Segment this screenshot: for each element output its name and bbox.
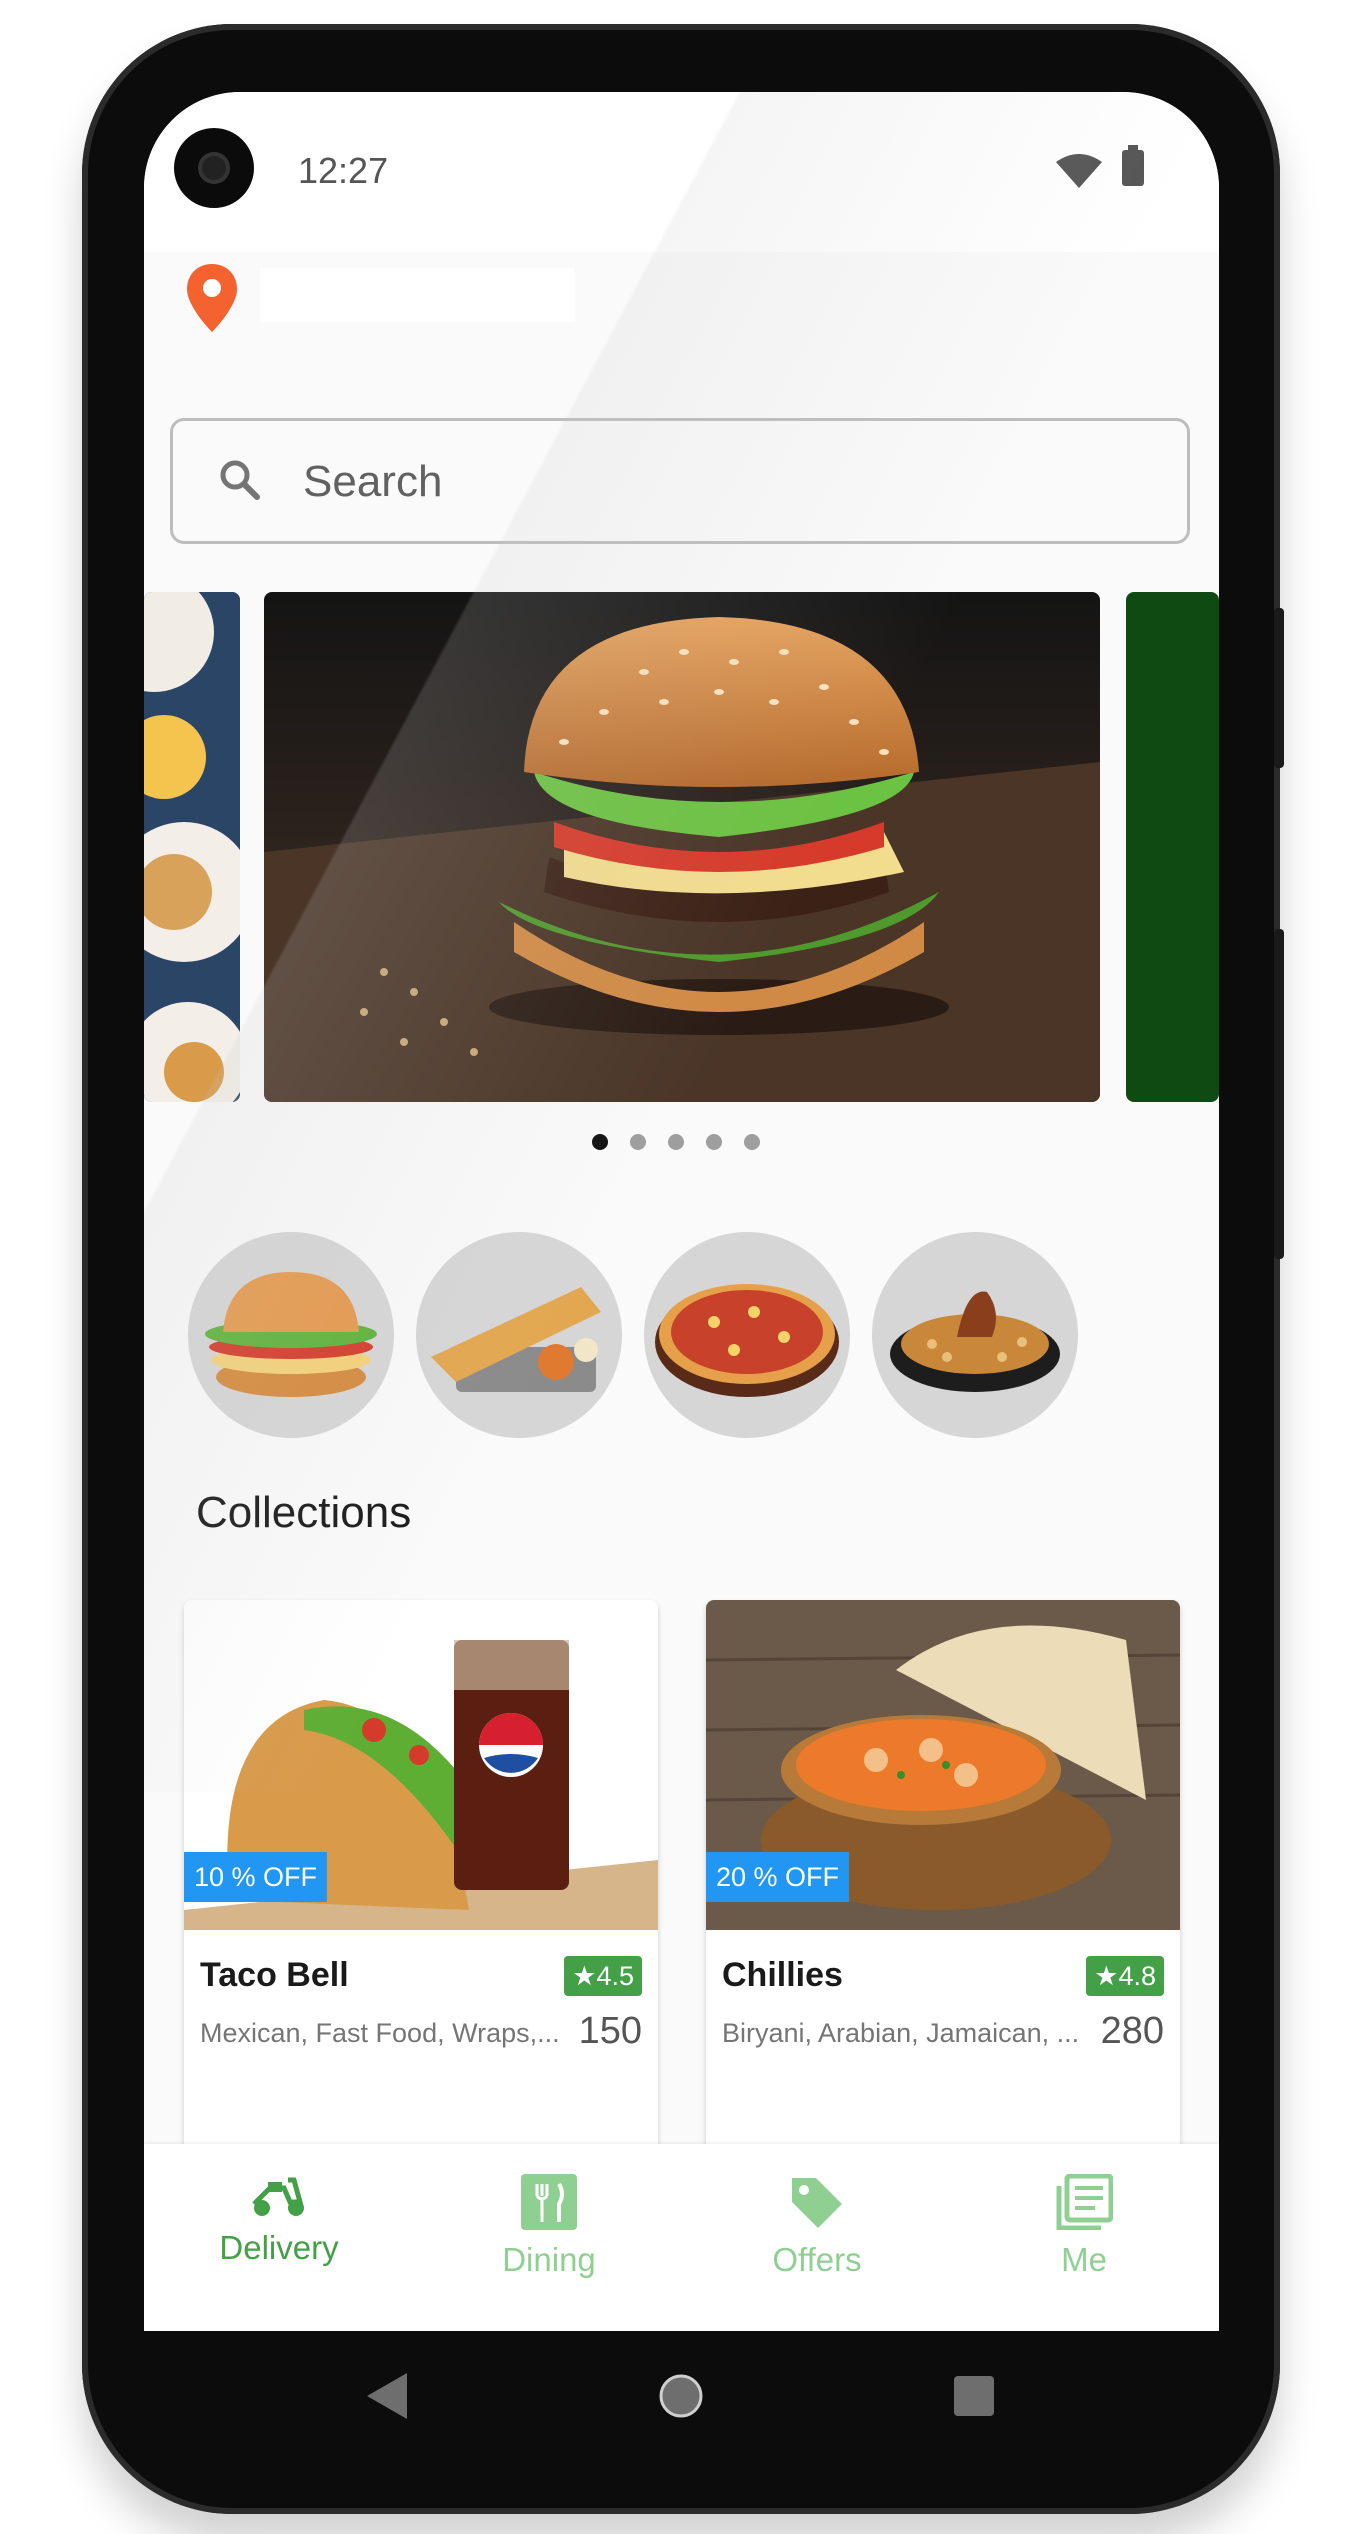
bottom-navigation: Delivery Dining Offers Me — [144, 2144, 1219, 2331]
price-text: 150 — [578, 2010, 642, 2052]
carousel-slide-prev[interactable] — [144, 592, 240, 1102]
status-time: 12:27 — [298, 150, 389, 191]
camera-cutout — [174, 128, 254, 208]
carousel-slide-burger[interactable] — [264, 592, 1100, 1102]
restaurant-name: Chillies — [722, 1956, 843, 1994]
profile-icon — [1056, 2173, 1114, 2231]
battery-icon — [1122, 145, 1144, 186]
dosa-icon — [431, 1287, 601, 1392]
home-icon[interactable] — [656, 2371, 706, 2421]
nav-offers[interactable]: Offers — [717, 2174, 917, 2279]
cuisine-text: Mexican, Fast Food, Wraps,... — [200, 2018, 560, 2048]
nav-me[interactable]: Me — [984, 2173, 1184, 2279]
nav-dining[interactable]: Dining — [449, 2174, 649, 2279]
pizza-icon — [655, 1284, 839, 1397]
restaurant-name: Taco Bell — [200, 1956, 349, 1994]
biryani-icon — [890, 1291, 1060, 1392]
nav-delivery[interactable]: Delivery — [179, 2174, 379, 2267]
nav-label: Me — [1061, 2241, 1107, 2278]
carousel-dot[interactable] — [706, 1134, 722, 1150]
category-biryani[interactable] — [872, 1232, 1078, 1438]
location-field[interactable] — [260, 268, 575, 322]
collections-title: Collections — [196, 1488, 412, 1537]
carousel-dot[interactable] — [668, 1134, 684, 1150]
carousel-dot[interactable] — [630, 1134, 646, 1150]
carousel-dot[interactable] — [592, 1134, 608, 1150]
carousel-indicator — [592, 1134, 782, 1155]
system-navigation-bar — [144, 2331, 1219, 2461]
wifi-icon — [1056, 154, 1102, 188]
location-pin-icon[interactable] — [184, 262, 240, 334]
offer-badge: 10 % OFF — [184, 1852, 328, 1902]
fork-knife-icon — [521, 2174, 577, 2230]
cuisine-text: Biryani, Arabian, Jamaican, ... — [722, 2018, 1080, 2048]
carousel-slide-next[interactable] — [1126, 592, 1219, 1102]
category-dosa[interactable] — [416, 1232, 622, 1438]
offer-badge: 20 % OFF — [706, 1852, 850, 1902]
price-text: 280 — [1100, 2010, 1164, 2052]
phone-frame: 12:27 Search Collections 10 % OFF Taco B… — [82, 24, 1284, 2514]
tag-icon — [792, 2178, 842, 2228]
restaurant-card[interactable]: 20 % OFF Chillies ★4.8 Biryani, Arabian,… — [706, 1600, 1180, 2157]
power-button — [1274, 608, 1284, 768]
category-burger[interactable] — [188, 1232, 394, 1438]
nav-label: Dining — [502, 2241, 596, 2278]
carousel-dot[interactable] — [744, 1134, 760, 1150]
category-pizza[interactable] — [644, 1232, 850, 1438]
scooter-icon — [252, 2177, 304, 2216]
rating-badge: ★4.8 — [1086, 1956, 1164, 1996]
burger-icon — [205, 1272, 377, 1397]
status-bar: 12:27 — [144, 92, 1219, 252]
search-bar[interactable] — [170, 418, 1190, 544]
back-icon[interactable] — [365, 2371, 409, 2421]
search-icon — [220, 460, 260, 500]
nav-label: Offers — [772, 2241, 862, 2278]
restaurant-card[interactable]: 10 % OFF Taco Bell ★4.5 Mexican, Fast Fo… — [184, 1600, 658, 2157]
app-screen: 12:27 Search Collections 10 % OFF Taco B… — [144, 92, 1219, 2331]
search-input[interactable] — [301, 451, 1105, 513]
recents-icon[interactable] — [952, 2374, 996, 2418]
volume-button — [1274, 929, 1284, 1259]
rating-badge: ★4.5 — [564, 1956, 642, 1996]
nav-label: Delivery — [219, 2229, 339, 2266]
